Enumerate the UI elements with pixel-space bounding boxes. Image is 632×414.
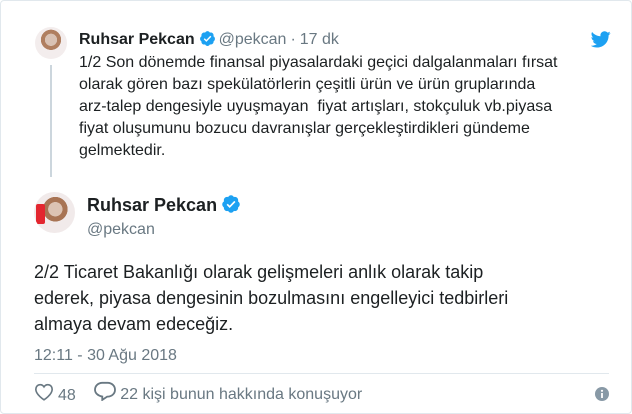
- verified-badge-icon: [199, 30, 216, 54]
- thread-connector-line: [50, 65, 52, 177]
- divider: [34, 373, 609, 374]
- author-name[interactable]: Ruhsar Pekcan: [79, 31, 195, 48]
- flag-icon: [36, 204, 45, 224]
- like-button[interactable]: 48: [34, 383, 76, 408]
- main-tweet-header: Ruhsar Pekcan: [87, 193, 244, 220]
- parent-tweet[interactable]: Ruhsar Pekcan @pekcan · 17 dk 1/2 Son dönem…: [35, 23, 611, 177]
- like-count: 48: [58, 386, 76, 404]
- tweet-embed-card: Ruhsar Pekcan @pekcan · 17 dk 1/2 Son dönem…: [0, 0, 632, 414]
- info-icon[interactable]: [595, 387, 609, 406]
- comment-icon: [94, 381, 120, 408]
- parent-tweet-header: Ruhsar Pekcan @pekcan · 17 dk: [79, 29, 339, 54]
- tweet-date[interactable]: 12:11 - 30 Ağu 2018: [34, 346, 177, 366]
- main-tweet-text: 2/2 Ticaret Bakanlığı olarak gelişmeleri…: [34, 262, 509, 334]
- reply-count-text: 22 kişi bunun hakkında konuşuyor: [120, 385, 363, 403]
- tweet-actions: 48 22 kişi bunun hakkında konuşuyor: [34, 381, 376, 404]
- header-separator: ·: [290, 31, 296, 48]
- parent-tweet-text: 1/2 Son dönemde finansal piyasalardaki g…: [79, 54, 558, 159]
- verified-badge-icon: [221, 194, 241, 220]
- heart-icon: [34, 383, 58, 408]
- tweet-timestamp[interactable]: 17 dk: [300, 31, 339, 48]
- reply-button[interactable]: 22 kişi bunun hakkında konuşuyor: [94, 381, 362, 408]
- author-handle[interactable]: @pekcan: [219, 31, 287, 48]
- author-handle[interactable]: @pekcan: [87, 219, 155, 241]
- avatar[interactable]: [34, 192, 75, 233]
- avatar[interactable]: [35, 27, 67, 59]
- author-name[interactable]: Ruhsar Pekcan: [87, 195, 217, 215]
- twitter-bird-icon[interactable]: [590, 31, 611, 53]
